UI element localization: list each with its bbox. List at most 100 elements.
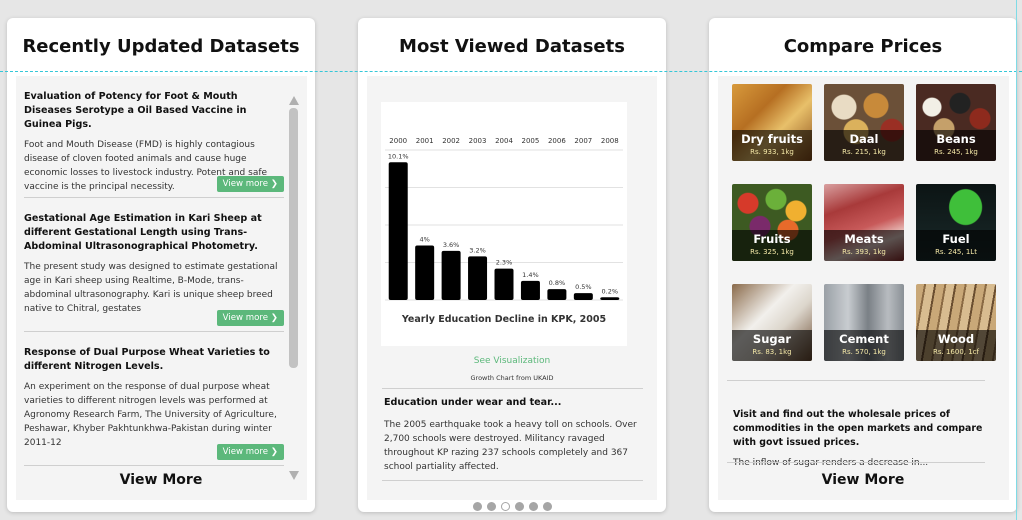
commodity-name: Daal — [849, 132, 879, 146]
dataset-title[interactable]: Evaluation of Potency for Foot & Mouth D… — [24, 90, 284, 132]
commodity-price: Rs. 245, 1kg — [934, 148, 978, 156]
carousel-dot[interactable] — [528, 502, 538, 511]
commodity-price: Rs. 325, 1kg — [750, 248, 794, 256]
chart-category-label: 2005 — [522, 137, 540, 145]
most-viewed-card: Most Viewed Datasets 2000 10.1% 2001 4% 2002… — [358, 18, 666, 512]
chart-data-label: 0.8% — [549, 279, 566, 287]
compare-view-more-link[interactable]: View More — [709, 472, 1017, 488]
commodity-tile-beans[interactable]: Beans Rs. 245, 1kg — [916, 84, 996, 161]
carousel-dot[interactable] — [486, 502, 496, 511]
scrollbar[interactable] — [288, 96, 300, 480]
chart-category-label: 2001 — [416, 137, 434, 145]
divider — [382, 480, 643, 481]
chart-title: Yearly Education Decline in KPK, 2005 — [401, 314, 606, 325]
chart-data-label: 3.6% — [443, 241, 460, 249]
chart-category-label: 2008 — [601, 137, 619, 145]
dataset-description: The present study was designed to estima… — [24, 262, 278, 314]
commodity-price: Rs. 215, 1kg — [842, 148, 886, 156]
chart-bar[interactable] — [600, 297, 620, 300]
carousel-dot[interactable] — [472, 502, 482, 511]
chart-data-label: 1.4% — [522, 271, 539, 279]
chart-bar[interactable] — [573, 293, 593, 300]
commodity-price: Rs. 933, 1kg — [750, 148, 794, 156]
dataset-title[interactable]: Response of Dual Purpose Wheat Varieties… — [24, 346, 284, 374]
commodity-price: Rs. 570, 1kg — [842, 348, 886, 356]
guide-line-vertical — [1016, 0, 1017, 520]
chart-data-label: 2.3% — [496, 259, 513, 267]
divider — [727, 380, 985, 381]
commodity-name: Cement — [839, 332, 889, 346]
most-viewed-title: Most Viewed Datasets — [399, 36, 625, 57]
compare-prices-card: Compare Prices Dry fruits Rs. 933, 1kg D… — [709, 18, 1017, 512]
chart-bar[interactable] — [388, 162, 408, 300]
view-more-button[interactable]: View more ❯ — [216, 176, 284, 192]
view-more-button[interactable]: View more ❯ — [216, 310, 284, 326]
commodity-name: Dry fruits — [741, 132, 803, 146]
commodity-tile-dry-fruits[interactable]: Dry fruits Rs. 933, 1kg — [732, 84, 812, 161]
chart-bar[interactable] — [415, 245, 435, 300]
compare-prices-title: Compare Prices — [783, 36, 943, 57]
recent-datasets-card: Recently Updated Datasets Evaluation of … — [7, 18, 315, 512]
scroll-up-arrow-icon[interactable] — [289, 96, 299, 105]
recent-datasets-panel: Evaluation of Potency for Foot & Mouth D… — [16, 76, 307, 500]
chart-bar[interactable] — [441, 250, 461, 300]
chart-bar[interactable] — [494, 268, 514, 300]
tile-caption: Fuel Rs. 245, 1Lt — [916, 230, 996, 261]
chart-category-label: 2000 — [389, 137, 407, 145]
chart-data-label: 3.2% — [469, 246, 486, 254]
chart-category-label: 2003 — [469, 137, 487, 145]
commodity-price: Rs. 393, 1kg — [842, 248, 886, 256]
commodity-name: Fruits — [753, 232, 791, 246]
chart-category-label: 2002 — [442, 137, 460, 145]
see-visualization-link[interactable]: See Visualization — [358, 356, 666, 366]
divider — [382, 388, 643, 389]
tile-caption: Fruits Rs. 325, 1kg — [732, 230, 812, 261]
chart-bar[interactable] — [468, 256, 488, 300]
commodity-tile-fuel[interactable]: Fuel Rs. 245, 1Lt — [916, 184, 996, 261]
commodity-tile-wood[interactable]: Wood Rs. 1600, 1cf — [916, 284, 996, 361]
view-more-button[interactable]: View more ❯ — [216, 444, 284, 460]
commodity-tile-cement[interactable]: Cement Rs. 570, 1kg — [824, 284, 904, 361]
story-text: The 2005 earthquake took a heavy toll on… — [384, 420, 637, 472]
divider — [727, 462, 985, 463]
tile-caption: Meats Rs. 393, 1kg — [824, 230, 904, 261]
guide-line-horizontal — [0, 71, 1022, 72]
commodity-name: Beans — [936, 132, 976, 146]
recent-datasets-title: Recently Updated Datasets — [22, 36, 300, 57]
tile-caption: Cement Rs. 570, 1kg — [824, 330, 904, 361]
dataset-item: Response of Dual Purpose Wheat Varieties… — [24, 346, 284, 466]
tile-caption: Dry fruits Rs. 933, 1kg — [732, 130, 812, 161]
tile-caption: Sugar Rs. 83, 1kg — [732, 330, 812, 361]
commodity-name: Fuel — [942, 232, 970, 246]
chart-container[interactable]: 2000 10.1% 2001 4% 2002 3.6% 2003 3.2% 2004 2.3% 2… — [381, 102, 627, 346]
dataset-list: Evaluation of Potency for Foot & Mouth D… — [24, 90, 284, 480]
chart-bar[interactable] — [547, 289, 567, 300]
dataset-title[interactable]: Gestational Age Estimation in Kari Sheep… — [24, 212, 284, 254]
chart-data-label: 10.1% — [388, 152, 409, 160]
carousel-dot[interactable] — [500, 502, 510, 511]
tile-caption: Wood Rs. 1600, 1cf — [916, 330, 996, 361]
compare-prices-text: Visit and find out the wholesale prices … — [733, 409, 983, 448]
chart-data-label: 0.2% — [602, 287, 619, 295]
chart-data-label: 0.5% — [575, 283, 592, 291]
commodity-tile-meats[interactable]: Meats Rs. 393, 1kg — [824, 184, 904, 261]
carousel-dot[interactable] — [542, 502, 552, 511]
scroll-thumb[interactable] — [289, 108, 298, 368]
recent-view-more-link[interactable]: View More — [7, 472, 315, 488]
education-decline-chart: 2000 10.1% 2001 4% 2002 3.6% 2003 3.2% 2004 2.3% 2… — [385, 137, 623, 325]
chart-data-label: 4% — [420, 235, 430, 243]
chart-bar[interactable] — [520, 280, 540, 300]
story-title[interactable]: Education under wear and tear... — [384, 397, 561, 408]
commodity-name: Meats — [844, 232, 884, 246]
carousel-dot[interactable] — [514, 502, 524, 511]
dataset-item: Evaluation of Potency for Foot & Mouth D… — [24, 90, 284, 198]
commodity-tile-fruits[interactable]: Fruits Rs. 325, 1kg — [732, 184, 812, 261]
commodity-tile-sugar[interactable]: Sugar Rs. 83, 1kg — [732, 284, 812, 361]
commodity-name: Wood — [937, 332, 975, 346]
dataset-description: An experiment on the response of dual pu… — [24, 382, 277, 448]
commodity-price: Rs. 245, 1Lt — [935, 248, 977, 256]
chart-category-label: 2006 — [548, 137, 566, 145]
tile-caption: Beans Rs. 245, 1kg — [916, 130, 996, 161]
commodity-tile-daal[interactable]: Daal Rs. 215, 1kg — [824, 84, 904, 161]
tile-caption: Daal Rs. 215, 1kg — [824, 130, 904, 161]
